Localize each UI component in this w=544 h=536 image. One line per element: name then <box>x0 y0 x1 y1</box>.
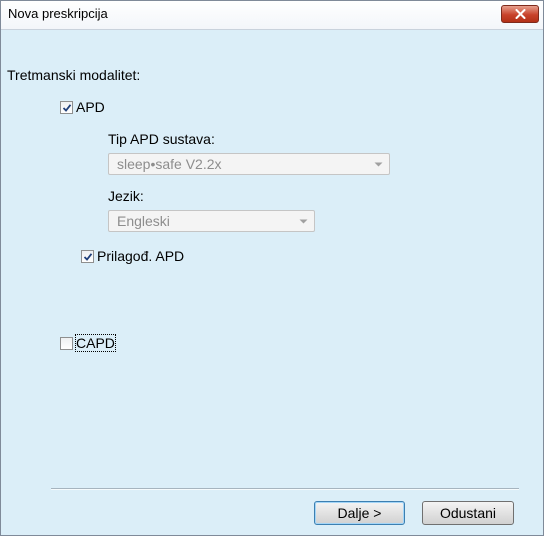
close-button[interactable] <box>501 5 539 23</box>
language-select[interactable]: Engleski <box>108 210 315 232</box>
dialog-content: Tretmanski modalitet: APD Tip APD sustav… <box>1 30 543 535</box>
chevron-down-icon <box>299 219 308 224</box>
next-button[interactable]: Dalje > <box>314 501 405 525</box>
checkmark-icon <box>83 252 93 261</box>
custom-apd-checkbox-label: Prilagođ. APD <box>97 248 185 264</box>
window-title: Nova preskripcija <box>8 6 108 21</box>
custom-apd-checkbox-box[interactable] <box>81 249 94 263</box>
capd-checkbox-label: CAPD <box>75 334 116 352</box>
apd-system-type-select[interactable]: sleep•safe V2.2x <box>108 153 390 175</box>
custom-apd-checkbox[interactable]: Prilagođ. APD <box>81 248 184 264</box>
footer-separator <box>51 488 519 490</box>
cancel-button[interactable]: Odustani <box>422 501 514 525</box>
close-icon <box>515 9 526 19</box>
checkmark-icon <box>62 103 72 112</box>
language-label: Jezik: <box>108 188 144 204</box>
dialog-window: Nova preskripcija Tretmanski modalitet: … <box>0 0 544 536</box>
apd-checkbox[interactable]: APD <box>60 99 105 115</box>
apd-system-type-value: sleep•safe V2.2x <box>117 156 222 172</box>
title-bar[interactable]: Nova preskripcija <box>1 1 543 30</box>
capd-checkbox[interactable]: CAPD <box>60 334 116 352</box>
capd-checkbox-box[interactable] <box>60 336 73 350</box>
apd-checkbox-box[interactable] <box>60 100 73 114</box>
language-value: Engleski <box>117 213 170 229</box>
treatment-modality-label: Tretmanski modalitet: <box>7 67 141 83</box>
apd-system-type-label: Tip APD sustava: <box>108 131 215 147</box>
apd-checkbox-label: APD <box>76 99 105 115</box>
chevron-down-icon <box>374 162 383 167</box>
